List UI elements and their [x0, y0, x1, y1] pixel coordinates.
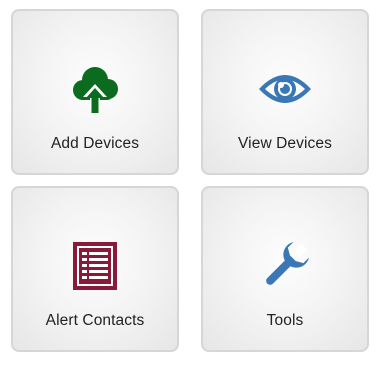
eye-icon [255, 59, 315, 119]
view-devices-tile[interactable]: View Devices [201, 9, 369, 175]
tools-label: Tools [266, 312, 304, 329]
alert-contacts-label: Alert Contacts [45, 312, 145, 329]
cloud-upload-icon [65, 59, 125, 119]
wrench-icon [255, 236, 315, 296]
view-devices-label: View Devices [238, 135, 332, 152]
alert-contacts-tile[interactable]: Alert Contacts [11, 186, 179, 352]
contact-list-icon [65, 236, 125, 296]
add-devices-tile[interactable]: Add Devices [11, 9, 179, 175]
add-devices-label: Add Devices [50, 135, 140, 152]
tools-tile[interactable]: Tools [201, 186, 369, 352]
